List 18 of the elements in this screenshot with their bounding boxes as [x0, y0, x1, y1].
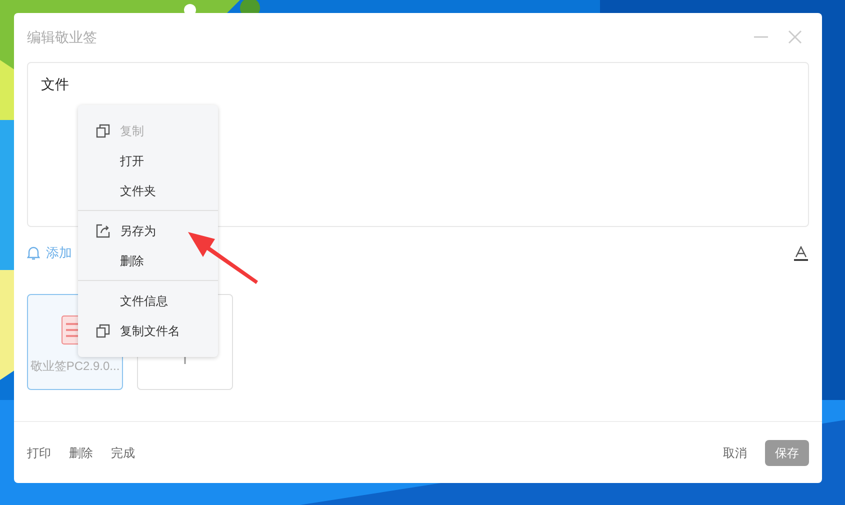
arrow-drawing: [188, 230, 260, 284]
text-format-icon[interactable]: [794, 246, 808, 260]
file-name: 敬业签PC2.9.0...: [30, 358, 120, 375]
copy-icon: [96, 324, 110, 338]
editor-text: 文件: [41, 76, 69, 92]
bell-icon: [27, 246, 40, 260]
close-icon[interactable]: [788, 30, 802, 44]
window-title: 编辑敬业签: [27, 28, 97, 46]
menu-item[interactable]: 打开: [78, 146, 218, 176]
export-icon: [96, 224, 110, 238]
cancel-button[interactable]: 取消: [723, 444, 747, 462]
footer-button[interactable]: 完成: [111, 444, 135, 462]
document-icon: [61, 315, 78, 345]
menu-item[interactable]: 删除: [78, 246, 218, 276]
menu-item[interactable]: 文件夹: [78, 176, 218, 206]
copy-icon: [96, 124, 110, 138]
footer-button[interactable]: 打印: [27, 444, 51, 462]
footer-button[interactable]: 删除: [69, 444, 93, 462]
